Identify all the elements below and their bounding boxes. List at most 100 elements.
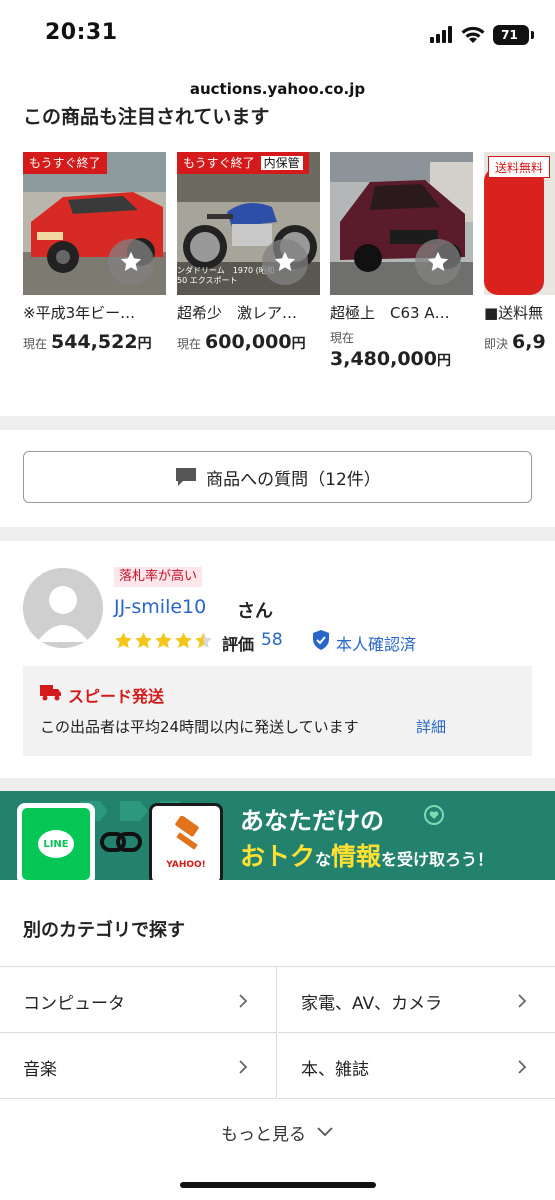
chevron-right-icon	[518, 1060, 527, 1074]
item-title[interactable]: ※平成3年ビー…	[23, 302, 166, 323]
star-icon	[120, 251, 142, 271]
ending-soon-badge: もうすぐ終了	[23, 152, 107, 174]
item-image[interactable]: 送料無料	[484, 152, 555, 295]
price-unit: 円	[291, 336, 306, 352]
shipping-title: スピード発送	[68, 687, 165, 706]
category-item-electronics[interactable]: 家電、AV、カメラ	[278, 967, 555, 1033]
related-item-card[interactable]: もうすぐ終了 ※平成3年ビー… 現在 544,522円	[23, 152, 166, 353]
category-label: 本、雑誌	[301, 1060, 369, 1080]
gavel-icon	[175, 816, 199, 850]
signal-icon	[430, 26, 456, 43]
avatar[interactable]	[23, 568, 103, 648]
price-label: 即決	[484, 337, 509, 351]
price-unit: 円	[137, 336, 152, 352]
category-grid: コンピュータ 家電、AV、カメラ 音楽 本、雑誌	[0, 966, 555, 1099]
item-price-row: 即決 6,9	[484, 331, 555, 353]
price-value: 6,9	[512, 331, 546, 353]
battery-level: 71	[501, 28, 518, 42]
shipping-description: この出品者は平均24時間以内に発送しています	[40, 718, 359, 736]
badge-overflow: 内保管	[260, 156, 303, 170]
shipping-details-link[interactable]: 詳細	[416, 716, 446, 737]
price-value: 600,000	[205, 331, 292, 353]
heart-chat-icon	[424, 805, 444, 825]
rating-value[interactable]: 58	[261, 630, 283, 650]
status-time: 20:31	[45, 20, 118, 45]
price-unit: 円	[436, 353, 451, 369]
related-heading-clip: この商品も注目されています	[0, 96, 555, 126]
show-more-label: もっと見る	[221, 1124, 306, 1145]
price-label: 現在	[177, 337, 202, 351]
item-image[interactable]: もうすぐ終了	[23, 152, 166, 295]
related-heading: この商品も注目されています	[23, 106, 270, 126]
chevron-down-icon	[317, 1127, 333, 1137]
banner-subline: おトクな情報を受け取ろう！	[240, 837, 493, 873]
truck-icon	[40, 685, 61, 701]
banner-na: な	[315, 850, 332, 869]
category-item-music[interactable]: 音楽	[0, 1033, 277, 1099]
related-item-card[interactable]: 超極上 C63 A… 現在 3,480,000円	[330, 152, 473, 370]
show-more-button[interactable]: もっと見る	[0, 1100, 555, 1164]
favorite-button[interactable]	[108, 239, 154, 285]
question-button-label: 商品への質問（12件）	[206, 469, 381, 490]
line-promo-banner[interactable]: LINE YAHOO! あなただけの おトクな情報を受け取ろう！	[0, 791, 555, 880]
item-title[interactable]: ■送料無	[484, 302, 555, 323]
banner-joho: 情報	[331, 842, 382, 871]
battery-tip	[531, 31, 534, 39]
star-icon	[155, 632, 172, 649]
star-icon	[274, 251, 296, 271]
star-icon	[175, 632, 192, 649]
chevron-right-icon	[239, 1060, 248, 1074]
rating-stars	[114, 631, 214, 651]
star-icon	[427, 251, 449, 271]
item-image[interactable]	[330, 152, 473, 295]
item-price-row: 3,480,000円	[330, 348, 473, 370]
battery-icon: 71	[493, 25, 529, 45]
line-logo-text: LINE	[43, 839, 69, 850]
price-value: 3,480,000	[330, 348, 437, 370]
star-icon	[115, 632, 132, 649]
category-label: 音楽	[23, 1060, 57, 1080]
section-divider	[0, 416, 555, 430]
category-item-books[interactable]: 本、雑誌	[278, 1033, 555, 1099]
related-item-card[interactable]: もうすぐ終了内保管 ンダドリーム 1970 (昭和 50 エクスポート 超希少 …	[177, 152, 320, 353]
price-label: 現在	[330, 331, 355, 345]
chevron-right-icon	[239, 994, 248, 1008]
ending-soon-badge: もうすぐ終了 内保管	[177, 152, 309, 174]
chevron-right-icon	[518, 994, 527, 1008]
badge-text: もうすぐ終了	[183, 156, 255, 170]
star-icon	[195, 632, 212, 649]
shield-check-icon	[313, 630, 329, 650]
favorite-button[interactable]	[415, 239, 461, 285]
item-price-row: 現在 544,522円	[23, 331, 166, 353]
related-carousel[interactable]: もうすぐ終了 ※平成3年ビー… 現在 544,522円 もうすぐ終了 内保管 ンダ	[0, 152, 555, 392]
banner-otoku: おトク	[240, 842, 316, 871]
price-label: 現在	[23, 337, 48, 351]
line-logo-box: LINE	[17, 803, 95, 880]
rating-label: 評価	[222, 635, 255, 654]
favorite-button[interactable]	[262, 239, 308, 285]
verified-label: 本人確認済	[336, 635, 417, 654]
home-indicator[interactable]	[180, 1182, 376, 1188]
seller-honorific: さん	[237, 601, 273, 622]
seller-tag: 落札率が高い	[114, 567, 203, 587]
default-avatar-icon	[23, 568, 103, 648]
shipping-info-box: スピード発送 この出品者は平均24時間以内に発送しています 詳細	[23, 666, 532, 756]
price-value: 544,522	[51, 331, 138, 353]
item-title[interactable]: 超希少 激レア…	[177, 302, 320, 323]
item-price-row: 現在 600,000円	[177, 331, 320, 353]
item-image[interactable]: もうすぐ終了内保管 ンダドリーム 1970 (昭和 50 エクスポート	[177, 152, 320, 295]
category-heading: 別のカテゴリで探す	[23, 920, 185, 941]
link-icon	[100, 832, 142, 852]
item-title[interactable]: 超極上 C63 A…	[330, 302, 473, 323]
related-item-card[interactable]: 送料無料 ■送料無 即決 6,9	[484, 152, 555, 353]
banner-headline: あなただけの	[240, 807, 384, 835]
line-logo: LINE	[22, 808, 90, 880]
category-label: コンピュータ	[23, 994, 125, 1014]
category-item-computer[interactable]: コンピュータ	[0, 967, 277, 1033]
question-button[interactable]: 商品への質問（12件）	[23, 451, 532, 503]
comment-icon	[176, 468, 197, 486]
yahoo-auction-logo-box: YAHOO!	[149, 803, 223, 880]
section-divider	[0, 778, 555, 791]
seller-name[interactable]: JJ-smile10	[114, 596, 206, 618]
star-icon	[135, 632, 152, 649]
